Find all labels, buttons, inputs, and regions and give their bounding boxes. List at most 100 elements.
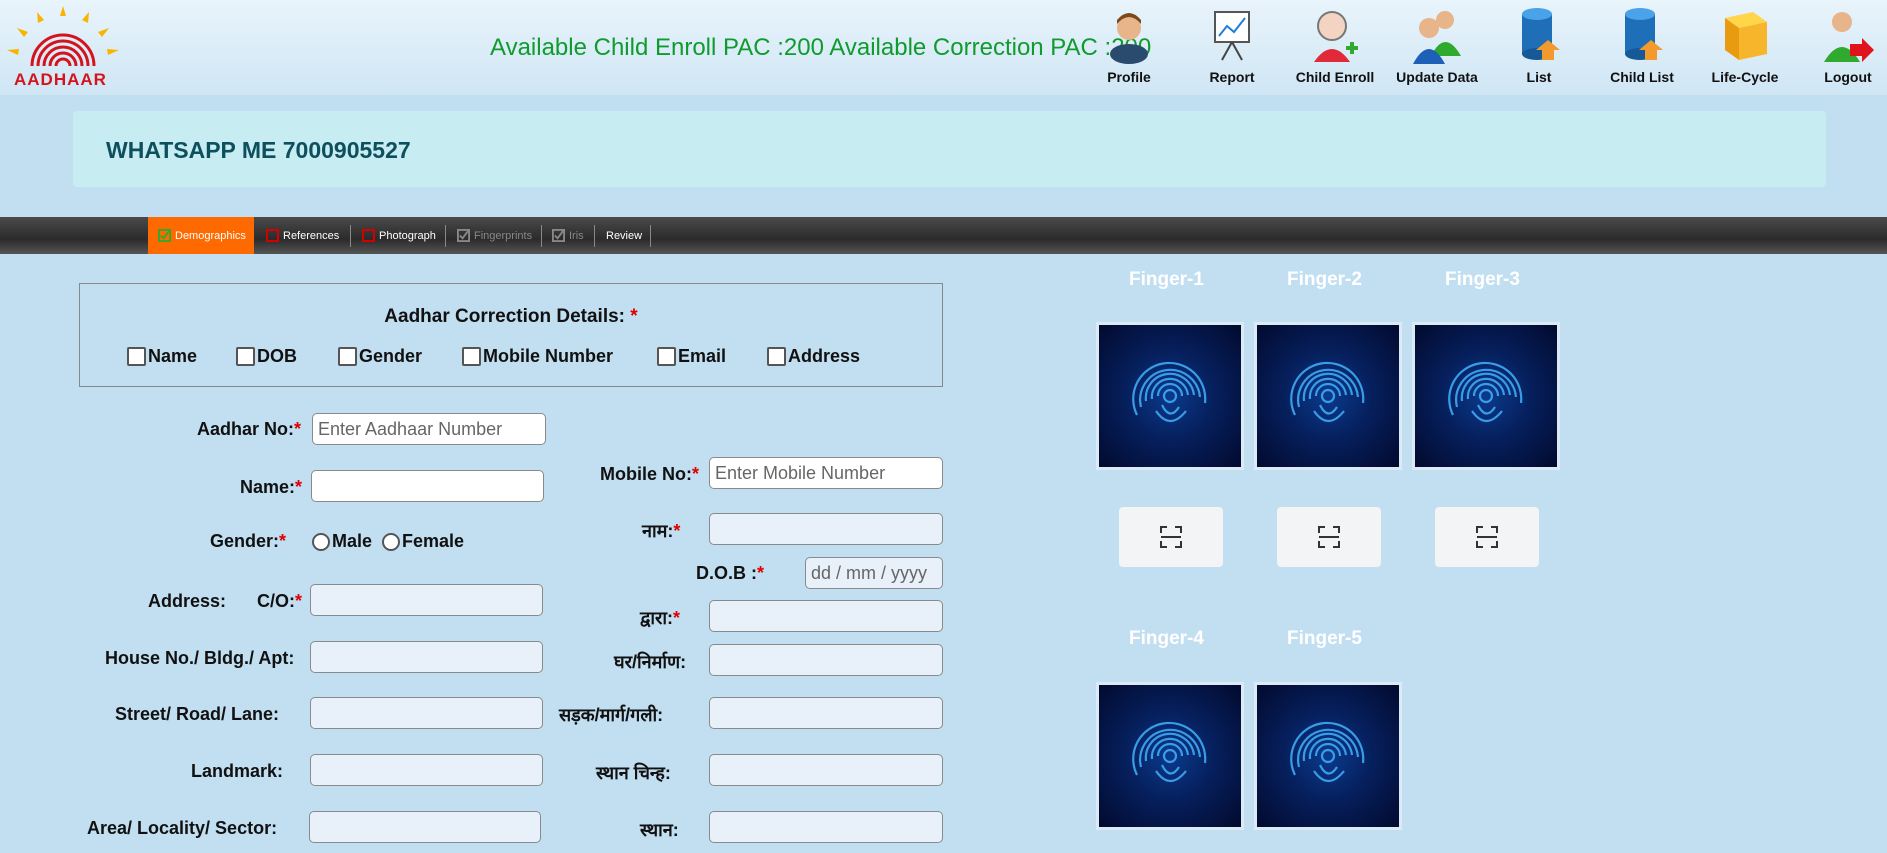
fingerprint-icon (1132, 361, 1207, 423)
house-label: House No./ Bldg./ Apt: (105, 648, 295, 668)
scan-icon (1476, 526, 1498, 548)
update-data-icon (1413, 11, 1461, 64)
correction-mobile-checkbox[interactable]: Mobile Number (462, 346, 613, 367)
child-list-icon (1625, 8, 1663, 60)
checkbox-icon[interactable] (462, 347, 481, 366)
sthan-chinh-label: स्थान चिन्ह: (596, 763, 671, 783)
nav-report-label: Report (1209, 69, 1255, 85)
co-label: C/O:* (257, 591, 303, 611)
child-enroll-icon (1314, 11, 1358, 62)
tab-divider (445, 225, 446, 247)
scan-finger-2-button[interactable] (1277, 507, 1381, 567)
nav-report[interactable]: Report (1180, 6, 1284, 90)
tab-divider (594, 225, 595, 247)
finger-5-label: Finger-5 (1287, 628, 1362, 649)
gender-label: Gender:* (210, 531, 287, 551)
list-icon (1522, 8, 1560, 60)
tab-photograph-label: Photograph (379, 229, 436, 242)
scan-finger-3-button[interactable] (1435, 507, 1539, 567)
tab-review[interactable]: Review (606, 217, 642, 254)
logo-text: AADHAAR (14, 70, 107, 89)
checkbox-icon[interactable] (657, 347, 676, 366)
house-input[interactable] (310, 641, 543, 673)
tab-review-label: Review (606, 229, 643, 242)
ghar-label: घर/निर्माण: (614, 652, 687, 672)
correction-dob-checkbox[interactable]: DOB (236, 346, 297, 367)
finger-3-image (1412, 322, 1560, 470)
pac-balance-text: Available Child Enroll PAC :200 Availabl… (490, 34, 1152, 61)
checkbox-icon[interactable] (767, 347, 786, 366)
co-input[interactable] (310, 584, 543, 616)
finger-1-image (1096, 322, 1244, 470)
nav-life-cycle[interactable]: Life-Cycle (1693, 6, 1797, 90)
banner-text: WHATSAPP ME 7000905527 (106, 137, 411, 163)
naam-input[interactable] (709, 513, 943, 545)
finger-5-image (1254, 682, 1402, 830)
tab-references-label: References (283, 229, 340, 242)
dwara-input[interactable] (709, 600, 943, 632)
tab-fingerprints[interactable]: Fingerprints (457, 217, 532, 254)
nav-child-enroll[interactable]: Child Enroll (1283, 6, 1387, 90)
nav-life-cycle-label: Life-Cycle (1711, 69, 1779, 85)
tab-iris[interactable]: Iris (552, 217, 584, 254)
nav-update-data[interactable]: Update Data (1385, 6, 1489, 90)
nav-logout[interactable]: Logout (1796, 6, 1887, 90)
checkbox-icon[interactable] (236, 347, 255, 366)
tab-photograph[interactable]: Photograph (362, 217, 436, 254)
radio-icon[interactable] (312, 532, 330, 551)
naam-label: नाम:* (642, 521, 681, 541)
correction-email-checkbox[interactable]: Email (657, 346, 726, 367)
radio-icon[interactable] (382, 532, 400, 551)
area-input[interactable] (309, 811, 541, 843)
name-input[interactable] (311, 470, 544, 502)
nav-child-list-label: Child List (1610, 69, 1674, 85)
address-label: Address: (148, 591, 227, 611)
landmark-input[interactable] (310, 754, 543, 786)
finger-1-label: Finger-1 (1129, 269, 1204, 290)
gender-male-radio[interactable]: Male (312, 531, 372, 552)
scan-icon (1318, 526, 1340, 548)
checkbox-icon[interactable] (338, 347, 357, 366)
nav-profile[interactable]: Profile (1077, 6, 1181, 90)
mobile-input[interactable]: Enter Mobile Number (709, 457, 943, 489)
contact-banner: WHATSAPP ME 7000905527 (73, 111, 1826, 187)
nav-profile-label: Profile (1107, 69, 1151, 85)
tab-references[interactable]: References (266, 217, 339, 254)
check-icon (457, 229, 470, 242)
correction-gender-checkbox[interactable]: Gender (338, 346, 422, 367)
tab-divider (350, 225, 351, 247)
nav-list[interactable]: List (1487, 6, 1591, 90)
ghar-input[interactable] (709, 644, 943, 676)
street-input[interactable] (310, 697, 543, 729)
profile-icon (1110, 13, 1148, 64)
finger-2-image (1254, 322, 1402, 470)
mobile-label: Mobile No:* (600, 464, 700, 484)
dob-input[interactable]: dd / mm / yyyy (805, 557, 943, 589)
correction-address-checkbox[interactable]: Address (767, 346, 860, 367)
tab-divider (650, 225, 651, 247)
correction-title: Aadhar Correction Details: * (384, 306, 638, 327)
finger-4-image (1096, 682, 1244, 830)
landmark-label: Landmark: (191, 761, 284, 781)
sthan-chinh-input[interactable] (709, 754, 943, 786)
finger-2-label: Finger-2 (1287, 269, 1362, 290)
correction-name-checkbox[interactable]: Name (127, 346, 197, 367)
fingerprint-icon (1132, 721, 1207, 783)
correction-details-box: Aadhar Correction Details: * Name DOB Ge… (79, 283, 943, 387)
checkbox-icon[interactable] (127, 347, 146, 366)
fingerprint-icon (1448, 361, 1523, 423)
sthan-input[interactable] (709, 811, 943, 843)
nav-child-list[interactable]: Child List (1590, 6, 1694, 90)
nav-list-label: List (1526, 69, 1552, 85)
tab-demographics-label: Demographics (175, 229, 246, 242)
check-icon (158, 229, 171, 242)
scan-finger-1-button[interactable] (1119, 507, 1223, 567)
aadhar-input[interactable]: Enter Aadhaar Number (312, 413, 546, 445)
tab-iris-label: Iris (569, 229, 584, 242)
life-cycle-icon (1725, 12, 1767, 60)
finger-3-label: Finger-3 (1445, 269, 1520, 290)
tab-demographics[interactable]: Demographics (148, 217, 254, 254)
sadak-input[interactable] (709, 697, 943, 729)
gender-female-radio[interactable]: Female (382, 531, 464, 552)
area-label: Area/ Locality/ Sector: (87, 818, 278, 838)
